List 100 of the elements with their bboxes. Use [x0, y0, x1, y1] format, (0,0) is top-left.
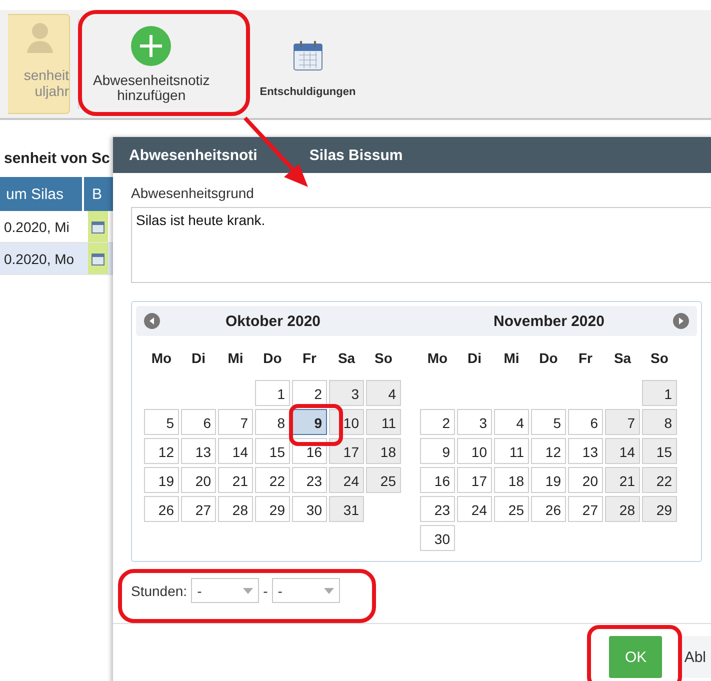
day-cell[interactable]: 11 [494, 438, 529, 464]
day-cell[interactable]: 28 [218, 496, 253, 522]
day-cell[interactable]: 29 [255, 496, 290, 522]
section-heading: senheit von Sc [4, 150, 110, 167]
weekday-label: Sa [336, 350, 356, 366]
day-cell[interactable]: 23 [420, 496, 455, 522]
day-cell[interactable]: 21 [218, 467, 253, 493]
day-cell[interactable]: 24 [457, 496, 492, 522]
day-cell[interactable]: 1 [642, 380, 677, 406]
day-cell[interactable]: 6 [568, 409, 603, 435]
field-label: Abwesenheitsgrund [131, 185, 255, 201]
day-cell[interactable]: 20 [181, 467, 216, 493]
day-cell[interactable]: 8 [642, 409, 677, 435]
day-cell[interactable]: 19 [531, 467, 566, 493]
day-cell[interactable]: 3 [329, 380, 364, 406]
day-cell[interactable]: 31 [329, 496, 364, 522]
day-cell[interactable]: 8 [255, 409, 290, 435]
reason-field[interactable]: Silas ist heute krank. [131, 207, 711, 283]
range-separator: - [263, 582, 268, 598]
add-note-button[interactable]: Abwesenheitsnotiz hinzufügen [87, 25, 216, 103]
day-cell[interactable]: 13 [181, 438, 216, 464]
person-icon [25, 21, 55, 53]
day-cell[interactable]: 4 [366, 380, 401, 406]
day-cell[interactable]: 5 [144, 409, 179, 435]
day-cell[interactable]: 29 [642, 496, 677, 522]
day-cell[interactable]: 30 [420, 525, 455, 551]
dialog-title: Abwesenheitsnoti [129, 146, 258, 164]
day-cell[interactable]: 23 [292, 467, 327, 493]
month-title: November 2020 [494, 312, 604, 330]
day-cell[interactable]: 1 [255, 380, 290, 406]
weekday-label: Mi [502, 350, 520, 366]
weekday-label: Mo [426, 350, 449, 366]
day-cell[interactable]: 25 [494, 496, 529, 522]
excuses-button[interactable]: Entschuldigungen [260, 38, 356, 98]
from-hour-dropdown[interactable]: - [191, 578, 260, 603]
to-hour-dropdown[interactable]: - [272, 578, 340, 603]
dialog-title: Silas Bissum [309, 146, 403, 164]
day-cell[interactable]: 14 [218, 438, 253, 464]
day-cell[interactable]: 16 [420, 467, 455, 493]
day-cell[interactable]: 18 [366, 438, 401, 464]
day-cell[interactable]: 7 [218, 409, 253, 435]
weekday-label: Do [262, 350, 283, 366]
day-cell[interactable]: 12 [144, 438, 179, 464]
weekday-label: Do [538, 350, 559, 366]
day-cell[interactable]: 3 [457, 409, 492, 435]
day-cell[interactable]: 6 [181, 409, 216, 435]
day-cell[interactable]: 19 [144, 467, 179, 493]
weekday-label: So [374, 350, 394, 366]
weekday-label: Fr [302, 350, 318, 366]
month-title: Oktober 2020 [225, 312, 321, 330]
weekday-label: Di [466, 350, 482, 366]
day-cell[interactable]: 22 [255, 467, 290, 493]
button-label: uljahr [34, 83, 69, 99]
day-cell[interactable]: 24 [329, 467, 364, 493]
day-cell[interactable]: 15 [255, 438, 290, 464]
next-month-icon[interactable] [673, 313, 689, 329]
day-cell[interactable]: 11 [366, 409, 401, 435]
day-cell[interactable]: 26 [144, 496, 179, 522]
day-cell[interactable]: 30 [292, 496, 327, 522]
hours-label: Stunden: [131, 582, 188, 598]
weekday-label: Mo [150, 350, 173, 366]
day-cell[interactable]: 26 [531, 496, 566, 522]
day-cell[interactable]: 12 [531, 438, 566, 464]
column-header[interactable]: um Silas [0, 177, 84, 211]
day-cell[interactable]: 4 [494, 409, 529, 435]
day-cell[interactable]: 17 [457, 467, 492, 493]
day-cell[interactable]: 13 [568, 438, 603, 464]
dropdown-caret-icon [324, 588, 334, 594]
day-cell[interactable]: 15 [642, 438, 677, 464]
weekday-label: Di [190, 350, 206, 366]
day-cell[interactable]: 18 [494, 467, 529, 493]
weekday-label: Mi [226, 350, 244, 366]
day-cell[interactable]: 17 [329, 438, 364, 464]
day-cell[interactable]: 27 [181, 496, 216, 522]
day-cell[interactable]: 20 [568, 467, 603, 493]
highlight-outline [289, 404, 343, 446]
calendar-icon[interactable] [91, 252, 105, 266]
day-cell[interactable]: 14 [605, 438, 640, 464]
day-cell[interactable]: 2 [420, 409, 455, 435]
day-cell[interactable]: 9 [292, 409, 327, 435]
weekday-label: So [650, 350, 670, 366]
weekday-label: Fr [578, 350, 594, 366]
day-cell[interactable]: 22 [642, 467, 677, 493]
day-cell[interactable]: 27 [568, 496, 603, 522]
day-cell[interactable]: 10 [457, 438, 492, 464]
table-cell-text: 0.2020, Mi [3, 218, 70, 234]
previous-month-icon[interactable] [144, 313, 160, 329]
column-header[interactable]: B [84, 186, 102, 202]
day-cell[interactable]: 25 [366, 467, 401, 493]
day-cell[interactable]: 21 [605, 467, 640, 493]
calendar-icon[interactable] [91, 220, 105, 234]
weekday-label: Sa [612, 350, 632, 366]
table-cell-text: 0.2020, Mo [3, 250, 76, 266]
day-cell[interactable]: 9 [420, 438, 455, 464]
day-cell[interactable]: 2 [292, 380, 327, 406]
dropdown-caret-icon [243, 588, 254, 594]
button-label: senheit [24, 67, 69, 83]
day-cell[interactable]: 28 [605, 496, 640, 522]
day-cell[interactable]: 7 [605, 409, 640, 435]
day-cell[interactable]: 5 [531, 409, 566, 435]
